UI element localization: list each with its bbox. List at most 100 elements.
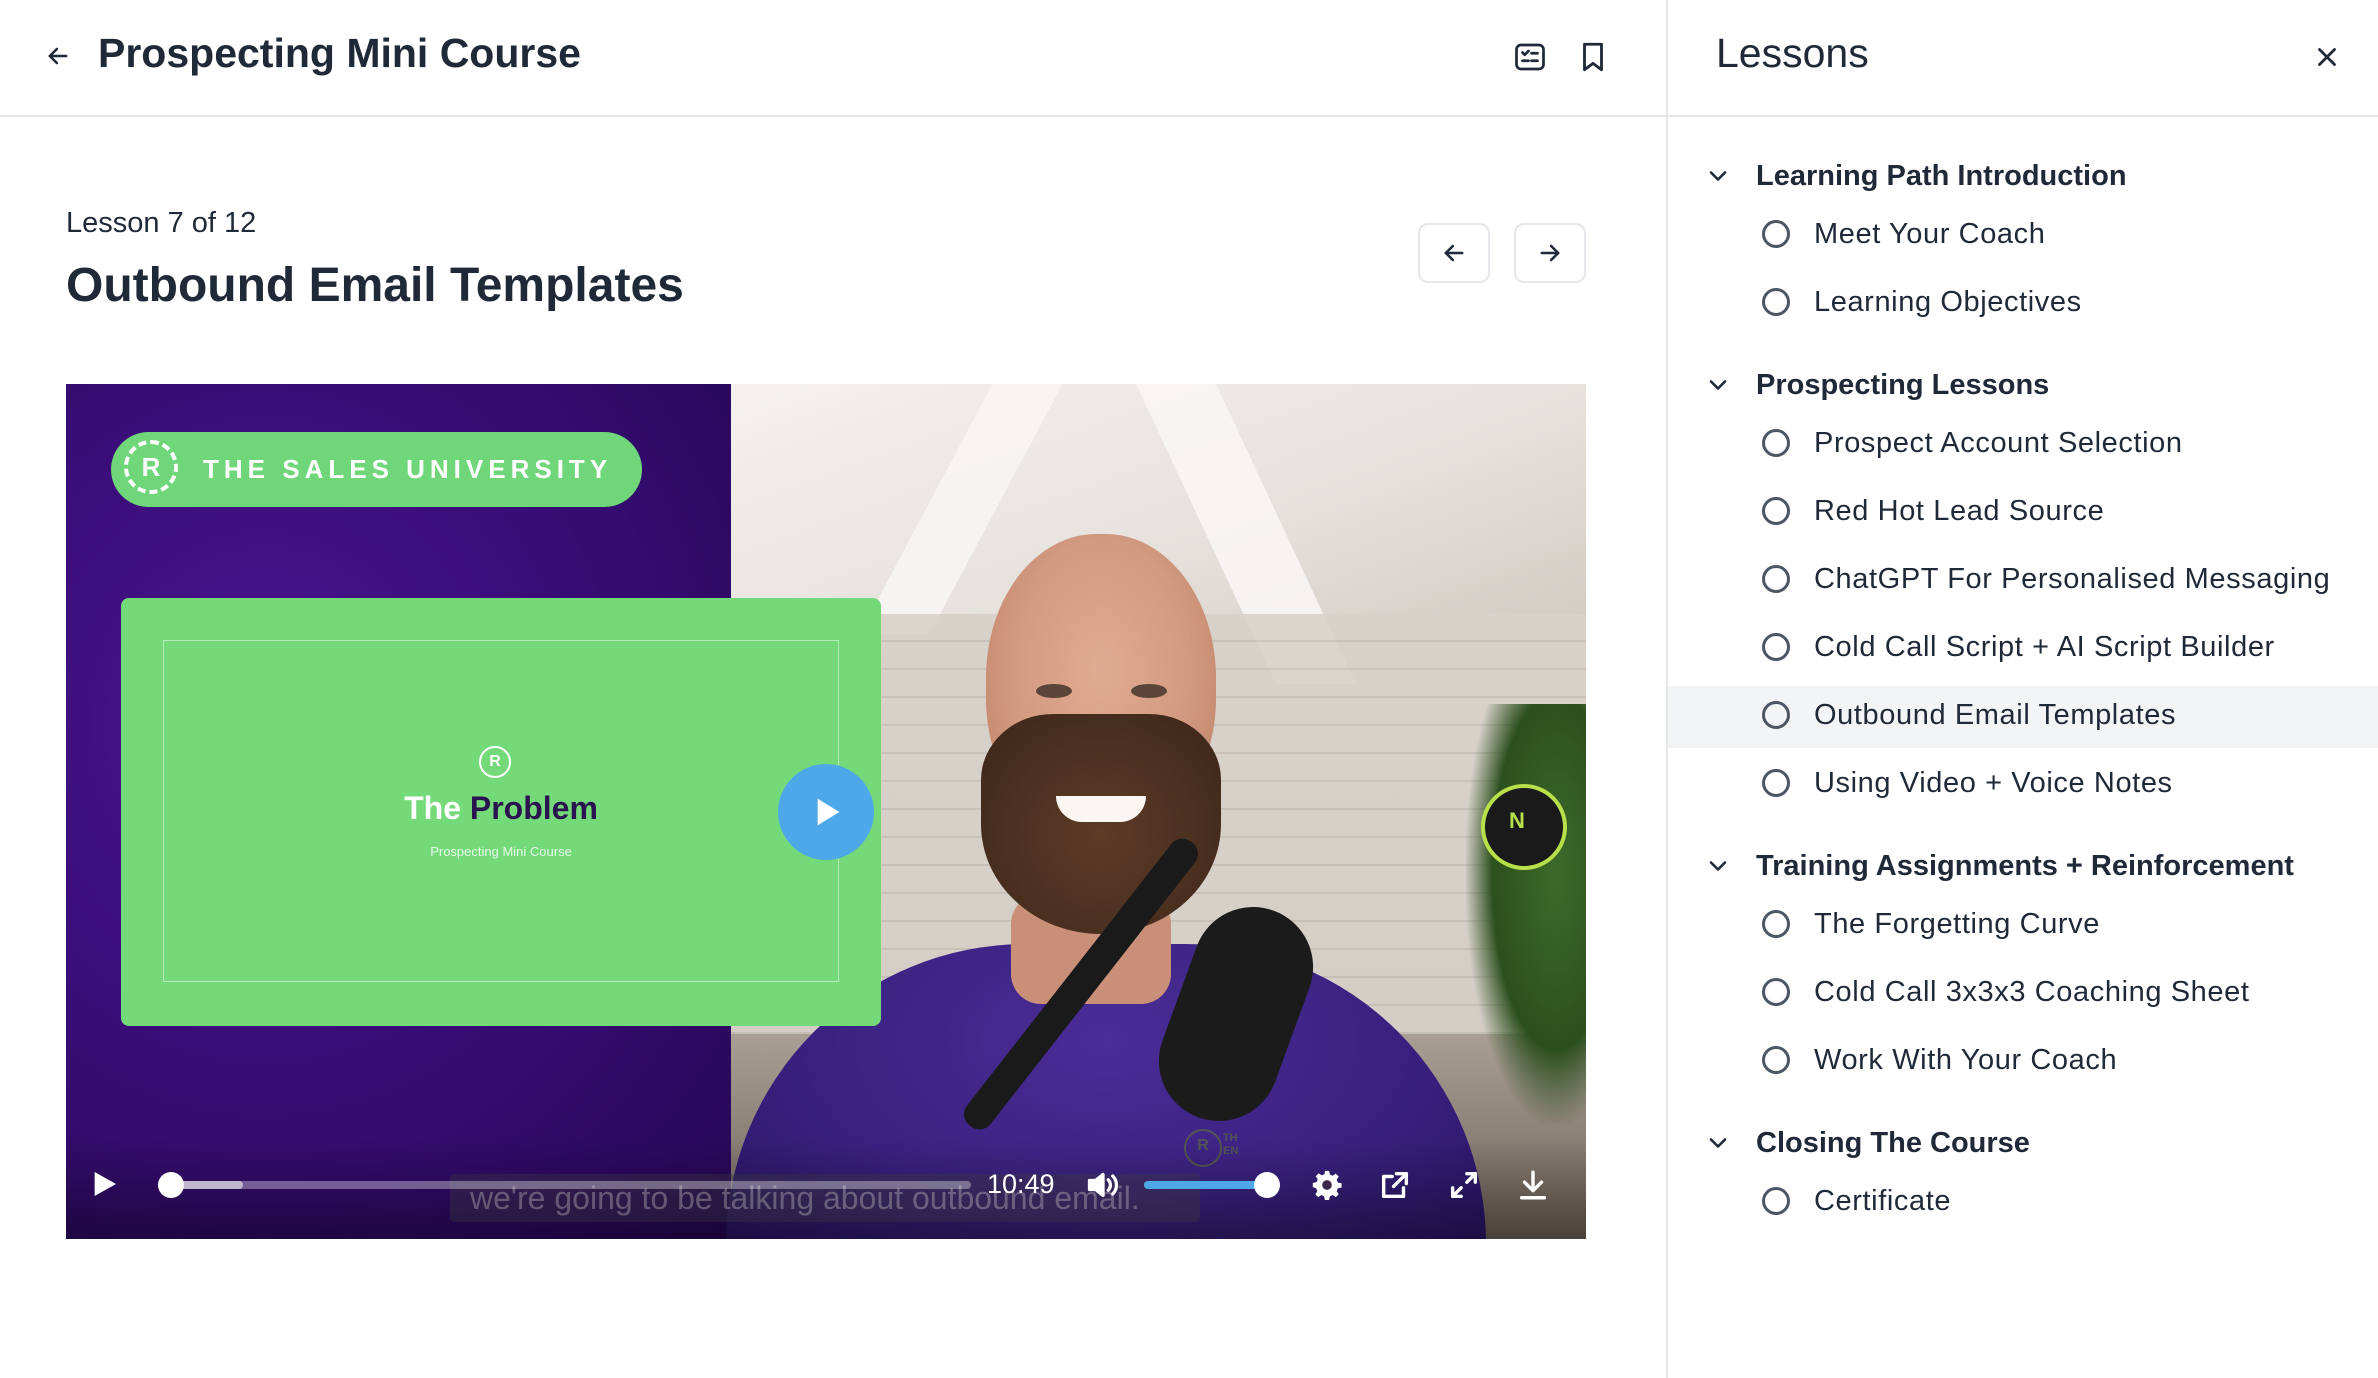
back-button[interactable]: [38, 36, 78, 76]
slide-title-prefix: The: [404, 790, 461, 826]
circle-outline-icon: [1762, 701, 1790, 729]
lesson-item-label: Certificate: [1814, 1185, 1952, 1217]
chevron-down-icon: [1704, 852, 1732, 880]
circle-outline-icon: [1762, 633, 1790, 661]
arrow-left-icon: [48, 47, 68, 65]
lesson-item[interactable]: Learning Objectives: [1668, 273, 2378, 335]
course-title: Prospecting Mini Course: [98, 30, 581, 76]
section-header[interactable]: Closing The Course: [1668, 1115, 2378, 1171]
circle-outline-icon: [1762, 429, 1790, 457]
lesson-item-label: Work With Your Coach: [1814, 1044, 2118, 1076]
section-header[interactable]: Learning Path Introduction: [1668, 148, 2378, 204]
lesson-item[interactable]: Outbound Email Templates: [1668, 686, 2378, 748]
circle-outline-icon: [1762, 1187, 1790, 1215]
lesson-item-label: ChatGPT For Personalised Messaging: [1814, 563, 2331, 595]
plant: [1466, 704, 1586, 1124]
gear-icon: [1312, 1170, 1342, 1201]
lesson-item-label: The Forgetting Curve: [1814, 908, 2101, 940]
circle-outline-icon: [1762, 769, 1790, 797]
lesson-item[interactable]: Certificate: [1668, 1172, 2378, 1234]
lesson-item[interactable]: Prospect Account Selection: [1668, 414, 2378, 476]
lesson-item[interactable]: ChatGPT For Personalised Messaging: [1668, 550, 2378, 612]
circle-outline-icon: [1762, 497, 1790, 525]
external-link-icon: [1381, 1171, 1409, 1199]
brand-text: THE SALES UNIVERSITY: [203, 454, 613, 484]
slide-logo: R: [479, 746, 511, 778]
chevron-down-icon: [1704, 371, 1732, 399]
section-header[interactable]: Prospecting Lessons: [1668, 357, 2378, 413]
checklist-icon: [1515, 43, 1545, 71]
video-slide: R The Problem Prospecting Mini Course: [121, 598, 881, 1026]
circle-outline-icon: [1762, 978, 1790, 1006]
close-icon: [2318, 48, 2336, 66]
section-label: Learning Path Introduction: [1756, 159, 2127, 192]
circle-outline-icon: [1762, 565, 1790, 593]
section-label: Training Assignments + Reinforcement: [1756, 849, 2294, 882]
play-icon: [94, 1172, 116, 1196]
play-icon: [817, 798, 840, 826]
lessons-panel-title: Lessons: [1716, 30, 1869, 76]
fullscreen-icon: [1450, 1171, 1478, 1199]
lesson-item-label: Learning Objectives: [1814, 286, 2082, 318]
circle-outline-icon: [1762, 288, 1790, 316]
fullscreen-button[interactable]: [1443, 1164, 1485, 1206]
checklist-button[interactable]: [1507, 34, 1553, 80]
course-header: Prospecting Mini Course: [0, 0, 1666, 117]
presenter-beard: [981, 714, 1221, 934]
download-button[interactable]: [1512, 1164, 1554, 1206]
seek-bar[interactable]: [171, 1181, 971, 1189]
volume-slider[interactable]: [1144, 1181, 1270, 1189]
lesson-item[interactable]: Cold Call Script + AI Script Builder: [1668, 618, 2378, 680]
next-lesson-button[interactable]: [1514, 223, 1586, 283]
circle-outline-icon: [1762, 1046, 1790, 1074]
lesson-item[interactable]: Meet Your Coach: [1668, 205, 2378, 267]
lesson-item-label: Red Hot Lead Source: [1814, 495, 2105, 527]
brand-logo: R: [124, 440, 178, 494]
lesson-item-label: Cold Call 3x3x3 Coaching Sheet: [1814, 976, 2250, 1008]
arrow-left-icon: [1444, 244, 1464, 262]
lessons-panel-header: Lessons: [1668, 0, 2378, 117]
settings-button[interactable]: [1306, 1164, 1348, 1206]
download-icon: [1519, 1170, 1547, 1200]
volume-handle[interactable]: [1254, 1172, 1280, 1198]
close-panel-button[interactable]: [2304, 34, 2350, 80]
presenter-eye: [1131, 684, 1167, 698]
video-player[interactable]: N R TH EN R THE SALES UNIVERSITY R The P…: [66, 384, 1586, 1239]
presenter-smile: [1056, 796, 1146, 822]
play-button[interactable]: [84, 1164, 124, 1204]
lesson-item[interactable]: Work With Your Coach: [1668, 1031, 2378, 1093]
previous-lesson-button[interactable]: [1418, 223, 1490, 283]
big-play-button[interactable]: [778, 764, 874, 860]
open-external-button[interactable]: [1374, 1164, 1416, 1206]
lesson-item-label: Outbound Email Templates: [1814, 699, 2177, 731]
lesson-item[interactable]: Red Hot Lead Source: [1668, 482, 2378, 544]
lesson-item-label: Prospect Account Selection: [1814, 427, 2183, 459]
bookmark-button[interactable]: [1570, 34, 1616, 80]
slide-title-emphasis: Problem: [469, 790, 598, 826]
lesson-item-label: Cold Call Script + AI Script Builder: [1814, 631, 2275, 663]
circle-outline-icon: [1762, 220, 1790, 248]
section-header[interactable]: Training Assignments + Reinforcement: [1668, 838, 2378, 894]
volume-level: [1144, 1181, 1270, 1189]
circle-outline-icon: [1762, 910, 1790, 938]
lesson-item[interactable]: Using Video + Voice Notes: [1668, 754, 2378, 816]
lesson-item-label: Meet Your Coach: [1814, 218, 2046, 250]
volume-button[interactable]: [1080, 1164, 1126, 1206]
lesson-title: Outbound Email Templates: [66, 259, 684, 312]
lesson-item[interactable]: Cold Call 3x3x3 Coaching Sheet: [1668, 963, 2378, 1025]
mic-badge: N: [1481, 784, 1567, 870]
presenter-eye: [1036, 684, 1072, 698]
video-time: 10:49: [987, 1169, 1055, 1199]
slide-title: The Problem: [121, 790, 881, 827]
seek-handle[interactable]: [158, 1172, 184, 1198]
lesson-item-label: Using Video + Voice Notes: [1814, 767, 2173, 799]
volume-icon: [1087, 1172, 1119, 1198]
lesson-counter: Lesson 7 of 12: [66, 207, 257, 239]
slide-subtitle: Prospecting Mini Course: [430, 844, 572, 859]
chevron-down-icon: [1704, 1129, 1732, 1157]
chevron-down-icon: [1704, 162, 1732, 190]
section-label: Closing The Course: [1756, 1126, 2030, 1159]
lesson-item[interactable]: The Forgetting Curve: [1668, 895, 2378, 957]
lessons-panel: Lessons Learning Path Introduction Meet Y…: [1666, 0, 2378, 1378]
arrow-right-icon: [1540, 244, 1560, 262]
